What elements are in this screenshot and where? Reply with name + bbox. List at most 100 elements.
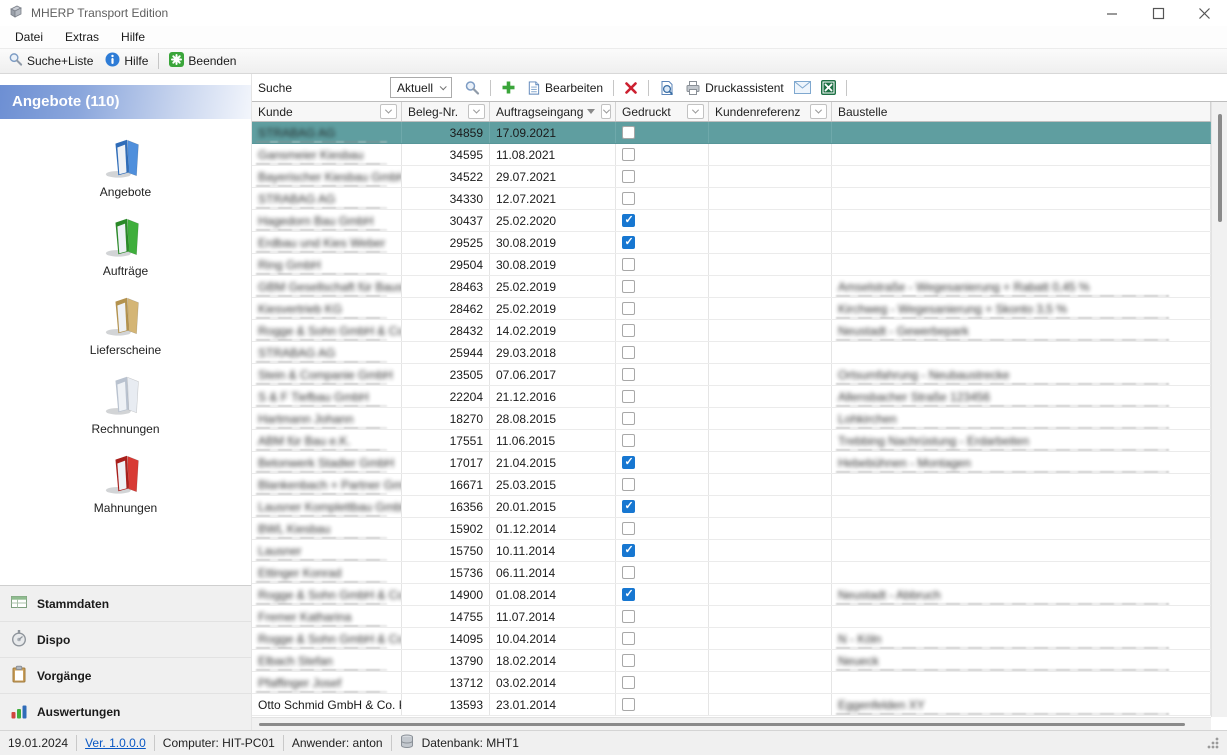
sidebar-folder-mahnungen[interactable]: Mahnungen [61,451,191,515]
table-row[interactable]: Lausner Komplettbau GmbH1635620.01.2015 [252,496,1211,518]
table-row[interactable]: Hagedorn Bau GmbH3043725.02.2020 [252,210,1211,232]
gedruckt-checkbox[interactable] [622,544,635,557]
edit-button[interactable]: Bearbeiten [522,78,607,98]
table-row[interactable]: GBM Gesellschaft für Baustoff-2846325.02… [252,276,1211,298]
search-input[interactable] [302,78,388,97]
gedruckt-checkbox[interactable] [622,214,635,227]
filter-button[interactable] [380,104,397,119]
column-header-auftragseingang[interactable]: Auftragseingang [490,102,616,121]
gedruckt-checkbox[interactable] [622,456,635,469]
table-row[interactable]: Blankenbach + Partner GmbH1667125.03.201… [252,474,1211,496]
gedruckt-checkbox[interactable] [622,632,635,645]
gedruckt-checkbox[interactable] [622,522,635,535]
gedruckt-checkbox[interactable] [622,126,635,139]
beenden-button[interactable]: Beenden [163,50,242,72]
gedruckt-checkbox[interactable] [622,302,635,315]
filter-button[interactable] [687,104,704,119]
gedruckt-checkbox[interactable] [622,324,635,337]
table-row[interactable]: Kiesvertrieb KG2846225.02.2019Kirchweg -… [252,298,1211,320]
resize-grip[interactable] [1207,737,1219,749]
mail-icon[interactable] [790,79,815,96]
table-row[interactable]: Betonwerk Stadler GmbH1701721.04.2015Heb… [252,452,1211,474]
gedruckt-checkbox[interactable] [622,390,635,403]
gedruckt-checkbox[interactable] [622,610,635,623]
gedruckt-checkbox[interactable] [622,236,635,249]
column-header-kundenreferenz[interactable]: Kundenreferenz [709,102,832,121]
run-search-button[interactable] [460,78,484,98]
print-button[interactable]: Druckassistent [681,78,788,98]
gedruckt-checkbox[interactable] [622,676,635,689]
maximize-button[interactable] [1135,0,1181,26]
table-row[interactable]: Elbach Stefan1379018.02.2014Neueck [252,650,1211,672]
table-row[interactable]: Rogge & Sohn GmbH & Co. KG2843214.02.201… [252,320,1211,342]
menu-hilfe[interactable]: Hilfe [110,27,156,47]
gedruckt-checkbox[interactable] [622,588,635,601]
gedruckt-checkbox[interactable] [622,192,635,205]
table-row[interactable]: BWL Kiesbau1590201.12.2014 [252,518,1211,540]
table-row[interactable]: Lausner1575010.11.2014 [252,540,1211,562]
filter-button[interactable] [810,104,827,119]
table-row[interactable]: Erdbau und Kies Weber2952530.08.2019 [252,232,1211,254]
gedruckt-checkbox[interactable] [622,412,635,425]
horizontal-scrollbar[interactable] [252,717,1211,730]
filter-button[interactable] [468,104,485,119]
filter-button[interactable] [601,104,611,119]
horizontal-scrollbar-thumb[interactable] [259,723,1185,726]
table-row[interactable]: Ettinger Konrad1573606.11.2014 [252,562,1211,584]
sidebar-folder-rechnungen[interactable]: Rechnungen [61,372,191,436]
cell-gedruckt [616,254,709,275]
table-row[interactable]: Otto Schmid GmbH & Co. KG1359323.01.2014… [252,694,1211,716]
gedruckt-checkbox[interactable] [622,434,635,447]
filter-dropdown[interactable]: Aktuell [390,77,452,98]
sidebar-item-auswertungen[interactable]: Auswertungen [0,694,251,730]
sidebar-folder-lieferscheine[interactable]: Lieferscheine [61,293,191,357]
sidebar-folder-angebote[interactable]: Angebote [61,135,191,199]
table-row[interactable]: Pfaffinger Josef1371203.02.2014 [252,672,1211,694]
print-preview-button[interactable] [655,78,679,98]
table-row[interactable]: Hartmann Johann1827028.08.2015Lohkirchen [252,408,1211,430]
column-header-baustelle[interactable]: Baustelle [832,102,1211,121]
gedruckt-checkbox[interactable] [622,698,635,711]
table-row[interactable]: Ring GmbH2950430.08.2019 [252,254,1211,276]
column-header-kunde[interactable]: Kunde [252,102,402,121]
table-row[interactable]: Rogge & Sohn GmbH & Co. KG1409510.04.201… [252,628,1211,650]
table-row[interactable]: STRABAG AG3433012.07.2021 [252,188,1211,210]
table-row[interactable]: Fremer Katharina1475511.07.2014 [252,606,1211,628]
sidebar-item-dispo[interactable]: Dispo [0,622,251,658]
version-link[interactable]: Ver. 1.0.0.0 [85,736,146,750]
vertical-scrollbar-thumb[interactable] [1218,114,1222,222]
gedruckt-checkbox[interactable] [622,566,635,579]
excel-export-icon[interactable] [817,78,840,97]
minimize-button[interactable] [1089,0,1135,26]
table-row[interactable]: STRABAG AG2594429.03.2018 [252,342,1211,364]
table-row[interactable]: STRABAG AG3485917.09.2021 [252,122,1211,144]
gedruckt-checkbox[interactable] [622,654,635,667]
table-row[interactable]: Gansmeier Kiesbau3459511.08.2021 [252,144,1211,166]
gedruckt-checkbox[interactable] [622,368,635,381]
gedruckt-checkbox[interactable] [622,346,635,359]
add-button[interactable] [497,78,520,97]
gedruckt-checkbox[interactable] [622,478,635,491]
table-row[interactable]: ABM für Bau e.K.1755111.06.2015Trebbing … [252,430,1211,452]
table-row[interactable]: Bayerischer Kiesbau GmbH3452229.07.2021 [252,166,1211,188]
hilfe-button[interactable]: Hilfe [99,50,154,72]
table-row[interactable]: S & F Tiefbau GmbH2220421.12.2016Allensb… [252,386,1211,408]
gedruckt-checkbox[interactable] [622,280,635,293]
gedruckt-checkbox[interactable] [622,170,635,183]
sidebar-item-vorgänge[interactable]: Vorgänge [0,658,251,694]
close-button[interactable] [1181,0,1227,26]
menu-extras[interactable]: Extras [54,27,110,47]
suche-liste-button[interactable]: Suche+Liste [2,50,99,72]
table-row[interactable]: Stein & Companie GmbH2350507.06.2017Orts… [252,364,1211,386]
table-row[interactable]: Rogge & Sohn GmbH & Co. KG1490001.08.201… [252,584,1211,606]
column-header-gedruckt[interactable]: Gedruckt [616,102,709,121]
delete-button[interactable] [620,79,642,97]
gedruckt-checkbox[interactable] [622,258,635,271]
gedruckt-checkbox[interactable] [622,148,635,161]
vertical-scrollbar[interactable] [1211,102,1227,717]
menu-datei[interactable]: Datei [4,27,54,47]
column-header-beleg-nr.[interactable]: Beleg-Nr. [402,102,490,121]
sidebar-folder-aufträge[interactable]: Aufträge [61,214,191,278]
sidebar-item-stammdaten[interactable]: Stammdaten [0,586,251,622]
gedruckt-checkbox[interactable] [622,500,635,513]
